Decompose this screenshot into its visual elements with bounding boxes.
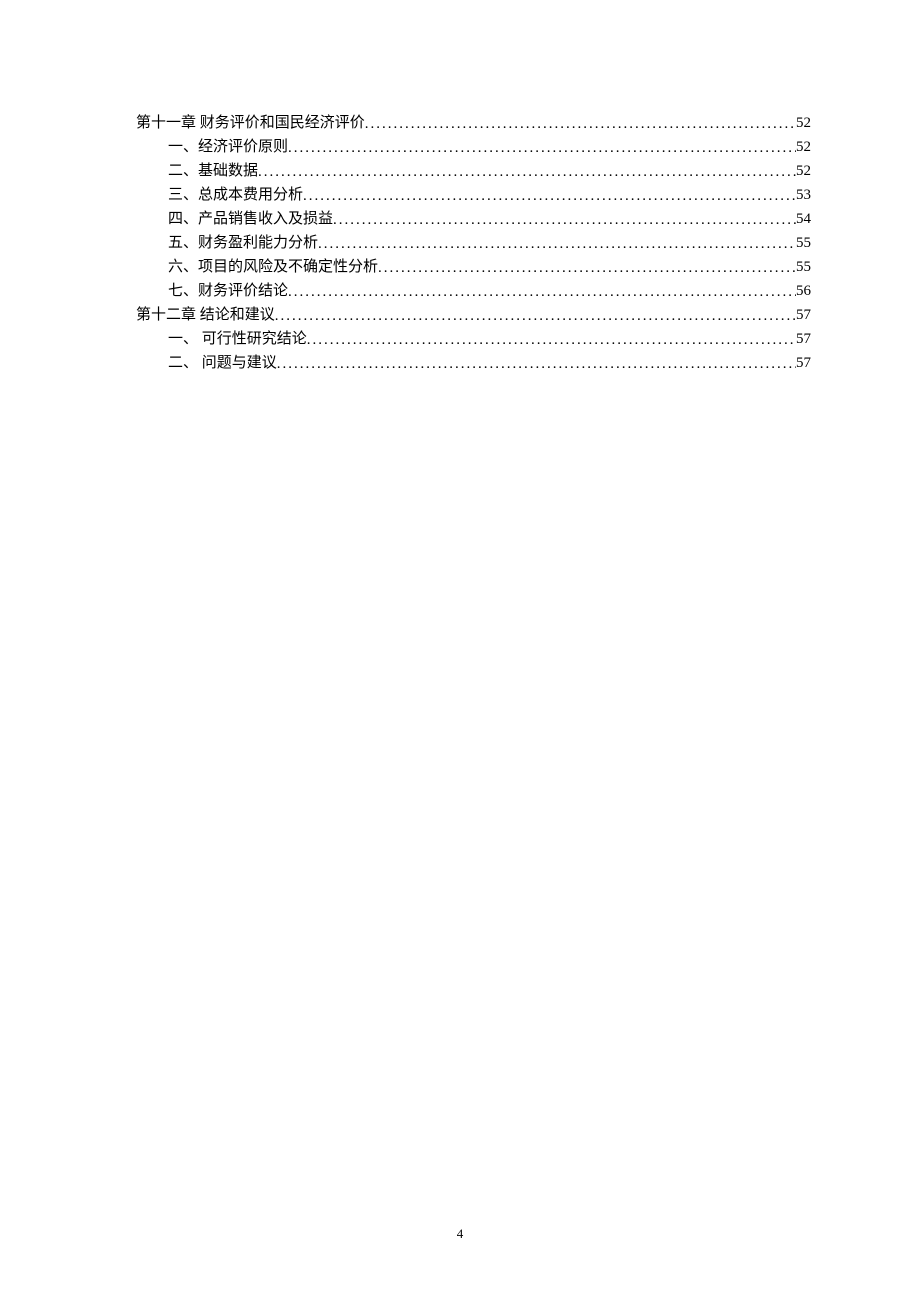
page-footer-number: 4 — [0, 1226, 920, 1242]
toc-entry: 第十一章 财务评价和国民经济评价 52 — [136, 116, 811, 131]
toc-label: 五、财务盈利能力分析 — [168, 236, 318, 251]
toc-entry: 二、 问题与建议 57 — [168, 356, 811, 371]
table-of-contents: 第十一章 财务评价和国民经济评价 52 一、经济评价原则 52 二、基础数据 5… — [136, 116, 811, 371]
toc-leader-dots — [303, 189, 796, 204]
toc-leader-dots — [288, 285, 796, 300]
toc-leader-dots — [307, 333, 796, 348]
toc-leader-dots — [333, 213, 796, 228]
toc-leader-dots — [275, 309, 796, 324]
toc-label: 第十二章 结论和建议 — [136, 308, 275, 323]
toc-page-number: 52 — [796, 116, 811, 131]
toc-page-number: 57 — [796, 332, 811, 347]
toc-entry: 二、基础数据 52 — [168, 164, 811, 179]
toc-label: 六、项目的风险及不确定性分析 — [168, 260, 378, 275]
toc-leader-dots — [378, 261, 796, 276]
toc-entry: 六、项目的风险及不确定性分析 55 — [168, 260, 811, 275]
toc-leader-dots — [288, 141, 796, 156]
toc-leader-dots — [277, 357, 796, 372]
toc-page-number: 52 — [796, 164, 811, 179]
toc-entry: 一、 可行性研究结论 57 — [168, 332, 811, 347]
toc-entry: 四、产品销售收入及损益 54 — [168, 212, 811, 227]
toc-leader-dots — [318, 237, 796, 252]
toc-entry: 一、经济评价原则 52 — [168, 140, 811, 155]
toc-page-number: 56 — [796, 284, 811, 299]
toc-label: 第十一章 财务评价和国民经济评价 — [136, 116, 365, 131]
toc-label: 一、 可行性研究结论 — [168, 332, 307, 347]
toc-label: 三、总成本费用分析 — [168, 188, 303, 203]
toc-page-number: 55 — [796, 260, 811, 275]
toc-page-number: 57 — [796, 308, 811, 323]
toc-page-number: 54 — [796, 212, 811, 227]
document-page: 第十一章 财务评价和国民经济评价 52 一、经济评价原则 52 二、基础数据 5… — [0, 0, 920, 371]
toc-page-number: 52 — [796, 140, 811, 155]
toc-entry: 第十二章 结论和建议 57 — [136, 308, 811, 323]
toc-label: 七、财务评价结论 — [168, 284, 288, 299]
toc-label: 一、经济评价原则 — [168, 140, 288, 155]
toc-label: 二、 问题与建议 — [168, 356, 277, 371]
toc-entry: 七、财务评价结论 56 — [168, 284, 811, 299]
toc-entry: 五、财务盈利能力分析 55 — [168, 236, 811, 251]
toc-entry: 三、总成本费用分析 53 — [168, 188, 811, 203]
toc-label: 二、基础数据 — [168, 164, 258, 179]
toc-page-number: 57 — [796, 356, 811, 371]
toc-page-number: 55 — [796, 236, 811, 251]
toc-leader-dots — [258, 165, 796, 180]
toc-leader-dots — [365, 117, 796, 132]
toc-page-number: 53 — [796, 188, 811, 203]
toc-label: 四、产品销售收入及损益 — [168, 212, 333, 227]
